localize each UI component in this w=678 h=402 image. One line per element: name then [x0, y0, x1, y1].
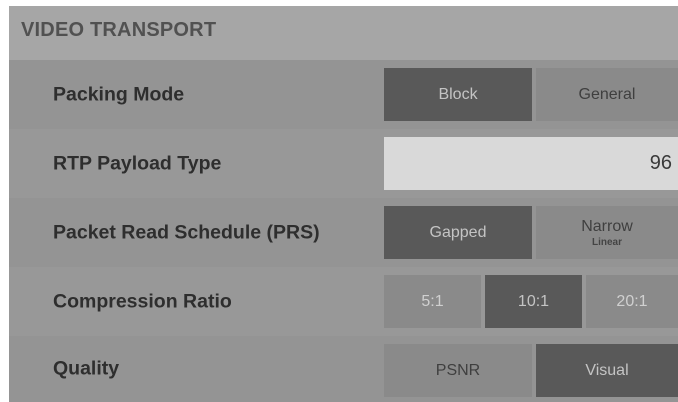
packing-mode-block-button[interactable]: Block	[384, 68, 532, 121]
compression-ratio-5-1-button[interactable]: 5:1	[384, 275, 481, 328]
prs-narrow-sublabel: Linear	[591, 236, 622, 248]
packing-mode-row: Packing Mode Block General	[9, 60, 678, 129]
prs-narrow-button[interactable]: Narrow Linear	[536, 206, 678, 259]
video-transport-panel: VIDEO TRANSPORT Packing Mode Block Gener…	[9, 6, 678, 402]
compression-ratio-10-1-button[interactable]: 10:1	[485, 275, 582, 328]
prs-narrow-label: Narrow	[581, 217, 633, 235]
packing-mode-general-label: General	[578, 85, 636, 103]
packing-mode-block-label: Block	[438, 85, 478, 103]
prs-gapped-label: Gapped	[429, 223, 487, 241]
rtp-payload-type-label: RTP Payload Type	[53, 152, 222, 174]
compression-ratio-20-1-button[interactable]: 20:1	[586, 275, 678, 328]
rtp-payload-type-row: RTP Payload Type	[9, 129, 678, 198]
compression-ratio-row: Compression Ratio 5:1 10:1 20:1	[9, 267, 678, 336]
compression-ratio-5-1-label: 5:1	[421, 292, 444, 310]
quality-psnr-button[interactable]: PSNR	[384, 344, 532, 397]
compression-ratio-label: Compression Ratio	[53, 290, 232, 312]
panel-title: VIDEO TRANSPORT	[21, 19, 217, 41]
packing-mode-label: Packing Mode	[53, 83, 185, 105]
rtp-payload-type-input[interactable]	[384, 137, 678, 190]
compression-ratio-10-1-label: 10:1	[517, 292, 550, 310]
prs-gapped-button[interactable]: Gapped	[384, 206, 532, 259]
panel-header: VIDEO TRANSPORT	[9, 6, 678, 60]
packet-read-schedule-row: Packet Read Schedule (PRS) Gapped Narrow…	[9, 198, 678, 267]
quality-visual-button[interactable]: Visual	[536, 344, 678, 397]
compression-ratio-20-1-label: 20:1	[616, 292, 648, 310]
quality-psnr-label: PSNR	[435, 361, 481, 379]
quality-row: Quality PSNR Visual	[9, 336, 678, 402]
packing-mode-general-button[interactable]: General	[536, 68, 678, 121]
quality-visual-label: Visual	[585, 361, 629, 379]
packet-read-schedule-label: Packet Read Schedule (PRS)	[53, 221, 320, 243]
quality-label: Quality	[53, 357, 120, 380]
